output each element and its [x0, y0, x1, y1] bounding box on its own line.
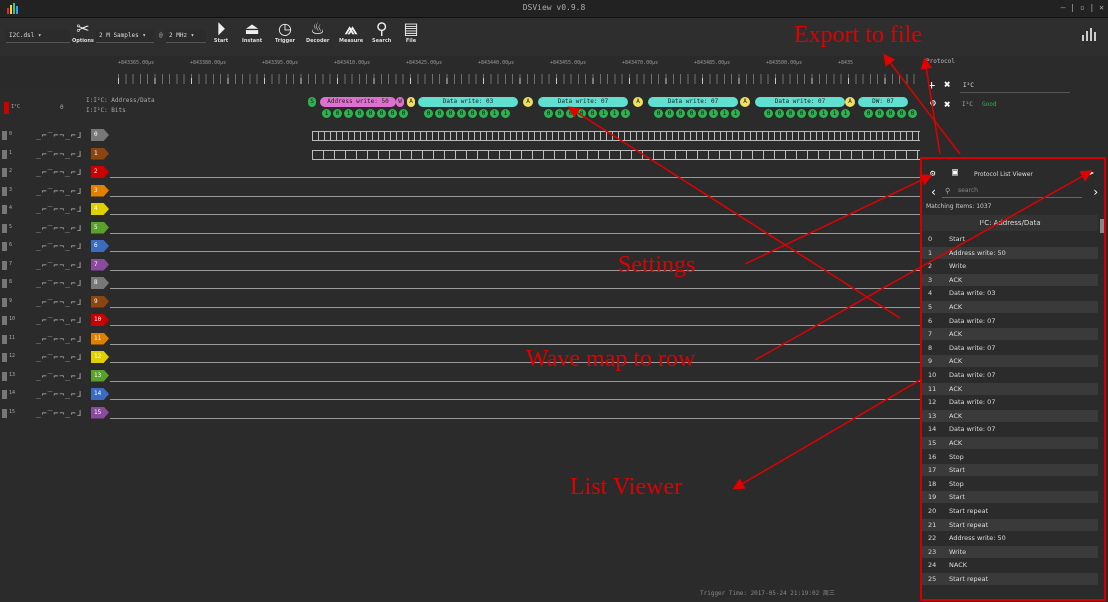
arrow-settings	[744, 174, 933, 265]
annotation-export: Export to file	[794, 22, 922, 48]
annotation-listviewer: List Viewer	[570, 474, 683, 500]
arrow-export-2	[920, 57, 941, 155]
arrow-export	[883, 53, 961, 155]
annotation-arrows	[567, 53, 1093, 490]
dsview-window: DSView v0.9.8 – | ▫ | ✕ I2C.dsl ▾ ✂ Optio…	[0, 0, 1108, 602]
arrow-wavemap	[754, 170, 1093, 361]
arrow-listviewer	[732, 379, 921, 490]
annotation-settings: Settings	[618, 252, 696, 278]
annotation-wavemap: Wave map to row	[526, 346, 696, 372]
